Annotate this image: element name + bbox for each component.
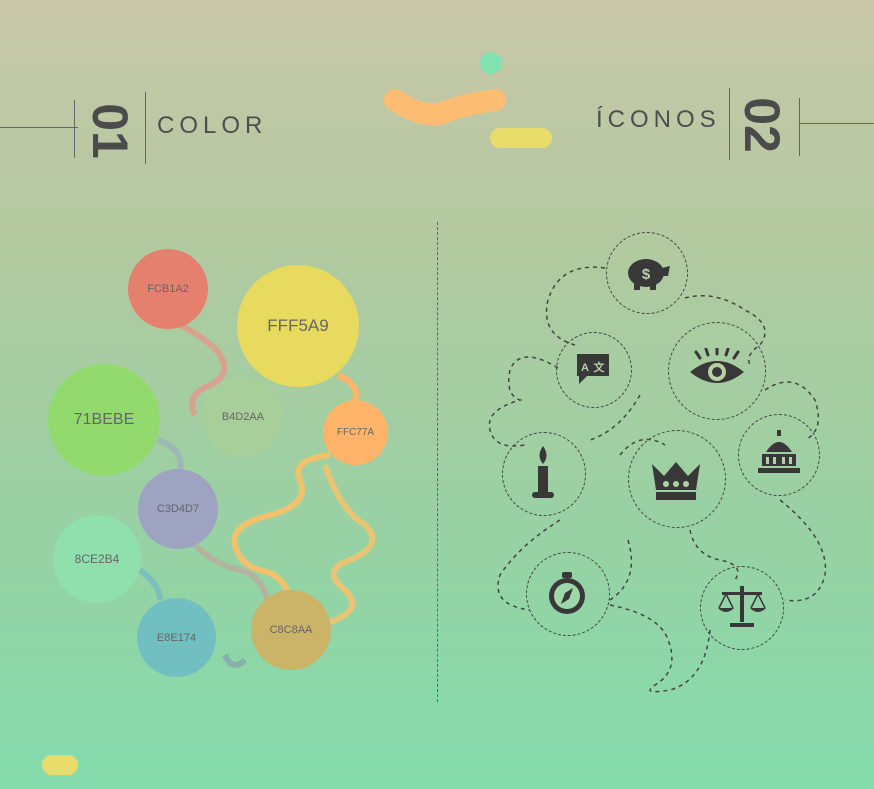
- eye-icon: [690, 348, 744, 383]
- candle-icon: [532, 446, 554, 498]
- svg-text:文: 文: [594, 360, 606, 374]
- svg-text:A: A: [581, 362, 589, 374]
- crown-icon: [652, 462, 700, 500]
- piggy-bank-icon: $: [628, 259, 670, 290]
- translate-icon: A 文: [577, 354, 609, 384]
- svg-text:$: $: [642, 266, 651, 283]
- decorative-pill: [42, 755, 78, 775]
- scales-icon: [718, 586, 766, 627]
- compass-icon: [549, 572, 585, 614]
- capitol-icon: [758, 430, 800, 473]
